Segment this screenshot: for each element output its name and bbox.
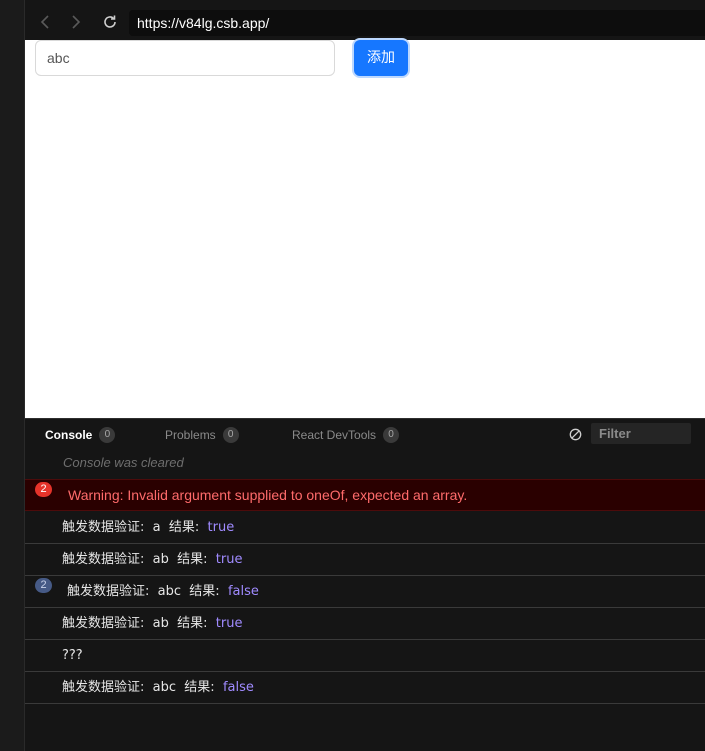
log-result-value: false xyxy=(227,584,259,599)
count-badge: 0 xyxy=(383,427,400,443)
log-row: ??? xyxy=(25,640,705,672)
log-input: ab xyxy=(152,552,169,567)
log-result-label: 结果: xyxy=(177,616,208,631)
log-row: 触发数据验证: abc 结果: false xyxy=(25,672,705,704)
filter-input[interactable]: Filter xyxy=(591,423,691,444)
text-input[interactable] xyxy=(35,40,335,76)
tab-console[interactable]: Console 0 xyxy=(45,427,116,443)
console-tabs: Console 0 Problems 0 React DevTools 0 Fi… xyxy=(25,419,705,451)
log-result-value: true xyxy=(215,552,243,567)
tab-problems[interactable]: Problems 0 xyxy=(165,427,239,443)
left-sidebar-strip xyxy=(0,0,25,751)
log-result-value: true xyxy=(207,520,235,535)
log-result-label: 结果: xyxy=(168,520,200,535)
log-input: abc xyxy=(157,584,182,599)
reload-icon xyxy=(104,15,116,28)
log-label: 触发数据验证: xyxy=(62,680,145,695)
url-bar[interactable]: https://v84lg.csb.app/ xyxy=(129,10,705,36)
log-row: 2 触发数据验证: abc 结果: false xyxy=(25,576,705,608)
log-row: 触发数据验证: a 结果: true xyxy=(25,512,705,544)
tab-label: React DevTools xyxy=(292,428,377,442)
chevron-right-icon xyxy=(72,15,81,29)
add-button[interactable]: 添加 xyxy=(354,40,408,76)
reload-button[interactable] xyxy=(99,11,121,33)
log-result-value: false xyxy=(222,680,254,695)
log-label: 触发数据验证: xyxy=(67,584,150,599)
log-result-label: 结果: xyxy=(189,584,220,599)
log-text: ??? xyxy=(62,648,83,663)
log-label: 触发数据验证: xyxy=(62,552,145,567)
console-cleared-message: Console was cleared xyxy=(63,455,184,470)
log-input: ab xyxy=(152,616,169,631)
back-button[interactable] xyxy=(34,11,56,33)
log-result-value: true xyxy=(215,616,243,631)
log-label: 触发数据验证: xyxy=(62,616,145,631)
console-panel: Console 0 Problems 0 React DevTools 0 Fi… xyxy=(25,418,705,751)
warning-row: 2 Warning: Invalid argument supplied to … xyxy=(25,479,705,511)
clear-console-icon[interactable] xyxy=(569,428,582,441)
count-badge: 0 xyxy=(222,427,239,443)
log-row: 触发数据验证: ab 结果: true xyxy=(25,544,705,576)
chevron-left-icon xyxy=(40,15,49,29)
count-badge: 0 xyxy=(99,427,116,443)
log-result-label: 结果: xyxy=(177,552,208,567)
browser-toolbar: https://v84lg.csb.app/ xyxy=(25,0,705,40)
repeat-count-badge: 2 xyxy=(35,482,52,497)
log-label: 触发数据验证: xyxy=(62,520,145,535)
tab-label: Problems xyxy=(165,428,216,442)
log-input: abc xyxy=(152,680,177,695)
tab-label: Console xyxy=(45,428,93,442)
tab-react-devtools[interactable]: React DevTools 0 xyxy=(292,427,400,443)
log-input: a xyxy=(152,520,161,535)
preview-pane: 添加 xyxy=(25,40,705,418)
warning-text: Warning: Invalid argument supplied to on… xyxy=(68,487,468,503)
repeat-count-badge: 2 xyxy=(35,578,52,593)
log-result-label: 结果: xyxy=(184,680,215,695)
forward-button[interactable] xyxy=(65,11,87,33)
log-row: 触发数据验证: ab 结果: true xyxy=(25,608,705,640)
